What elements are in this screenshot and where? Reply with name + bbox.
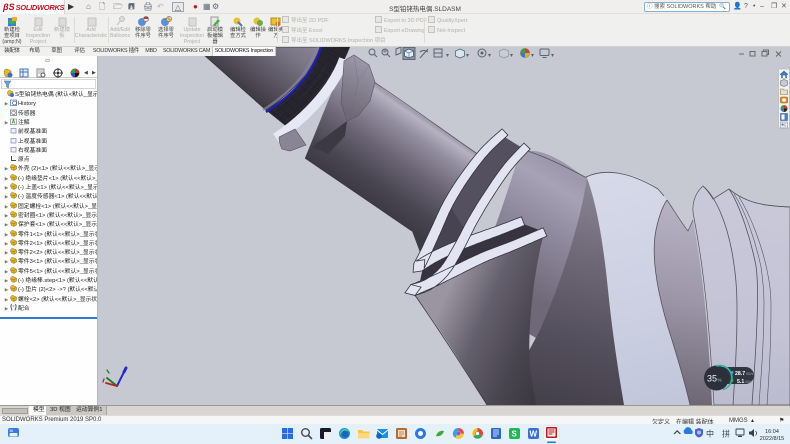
svg-text:拼: 拼	[722, 429, 730, 439]
svg-text:28.7: 28.7	[735, 371, 745, 377]
svg-text:5.1: 5.1	[737, 379, 744, 385]
svg-text:中: 中	[706, 429, 714, 439]
svg-text:35: 35	[707, 374, 717, 384]
svg-text:▾: ▾	[488, 53, 491, 59]
svg-text:▾: ▾	[446, 53, 449, 59]
svg-text:▾: ▾	[510, 53, 513, 59]
svg-text:KB/s: KB/s	[746, 372, 753, 376]
svg-text:%: %	[718, 378, 722, 383]
svg-text:16:04: 16:04	[765, 429, 779, 435]
svg-text:W: W	[530, 430, 538, 439]
svg-text:S: S	[512, 430, 518, 439]
svg-text:2022/8/15: 2022/8/15	[760, 436, 784, 442]
svg-text:▾: ▾	[466, 53, 469, 59]
svg-text:KB/s: KB/s	[745, 380, 752, 384]
svg-text:▾: ▾	[551, 53, 554, 59]
svg-text:▾: ▾	[531, 53, 534, 59]
